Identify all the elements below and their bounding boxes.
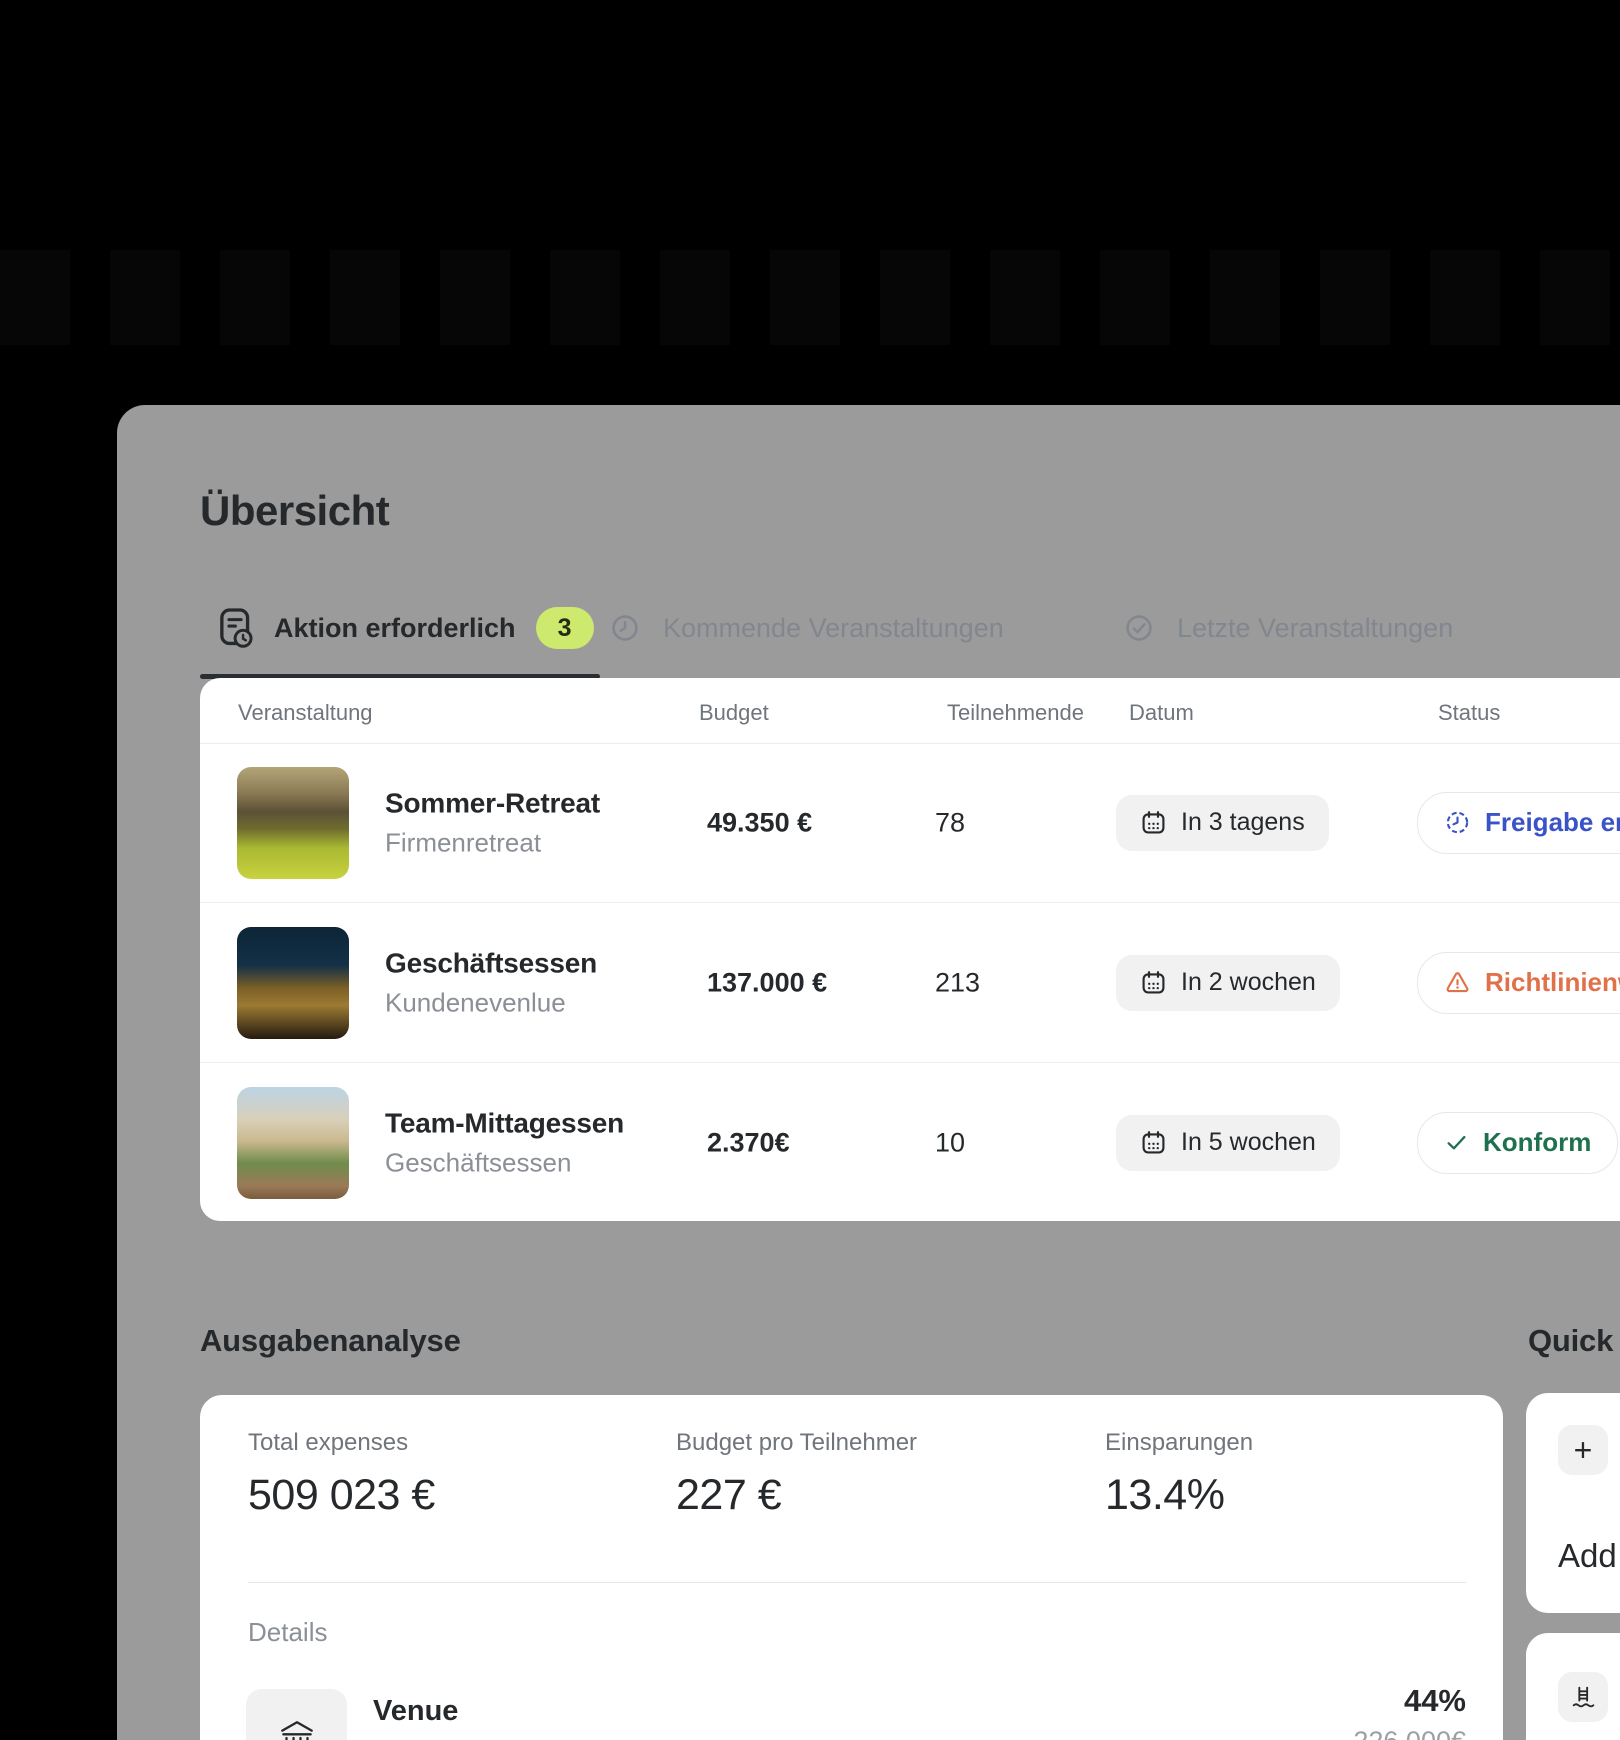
quick-action-secondary-card[interactable] — [1526, 1633, 1620, 1740]
add-label: Add — [1558, 1537, 1617, 1575]
divider — [248, 1582, 1466, 1583]
stat-label: Einsparungen — [1105, 1429, 1253, 1457]
tab-label: Letzte Veranstaltungen — [1177, 613, 1453, 644]
pool-ladder-icon — [1570, 1684, 1597, 1711]
event-attendees: 78 — [935, 807, 965, 838]
event-thumbnail — [237, 767, 349, 879]
quick-panel-heading: Quick — [1528, 1323, 1613, 1359]
expense-section-heading: Ausgabenanalyse — [200, 1323, 461, 1359]
event-date: In 2 wochen — [1181, 968, 1316, 997]
stat-label: Total expenses — [248, 1429, 408, 1457]
detail-item-percent: 44% — [1404, 1683, 1466, 1719]
document-clock-icon — [218, 606, 254, 650]
event-title-cell: Sommer-Retreat Firmenretreat — [385, 787, 600, 858]
warning-triangle-icon — [1444, 969, 1471, 996]
event-budget: 2.370€ — [707, 1127, 790, 1158]
status-badge: Richtlinienw — [1417, 952, 1620, 1014]
events-table: Veranstaltung Budget Teilnehmende Datum … — [200, 678, 1620, 1221]
add-button[interactable]: + — [1558, 1425, 1608, 1475]
event-title-cell: Geschäftsessen Kundenevenlue — [385, 947, 597, 1018]
quick-action-add-card[interactable]: + Add — [1526, 1393, 1620, 1613]
event-attendees: 213 — [935, 967, 980, 998]
event-title: Sommer-Retreat — [385, 787, 600, 819]
calendar-icon — [1140, 969, 1167, 996]
event-date-pill: In 5 wochen — [1116, 1115, 1340, 1171]
table-row[interactable]: Team-Mittagessen Geschäftsessen 2.370€ 1… — [200, 1063, 1620, 1222]
tab-label: Kommende Veranstaltungen — [663, 613, 1004, 644]
event-title-cell: Team-Mittagessen Geschäftsessen — [385, 1107, 624, 1178]
details-heading: Details — [248, 1617, 327, 1648]
col-veranstaltung: Veranstaltung — [238, 700, 373, 726]
table-row[interactable]: Geschäftsessen Kundenevenlue 137.000 € 2… — [200, 903, 1620, 1063]
event-title: Team-Mittagessen — [385, 1107, 624, 1139]
check-circle-icon — [1121, 610, 1157, 646]
col-datum: Datum — [1129, 700, 1194, 726]
event-subtitle: Firmenretreat — [385, 827, 600, 858]
plus-icon: + — [1574, 1432, 1593, 1469]
event-subtitle: Geschäftsessen — [385, 1147, 624, 1178]
detail-item-label: Venue — [373, 1695, 458, 1728]
col-status: Status — [1438, 700, 1500, 726]
tab-count-badge: 3 — [536, 607, 594, 649]
status-badge: Freigabe erf — [1417, 792, 1620, 854]
check-icon — [1444, 1130, 1469, 1155]
clock-pending-icon — [1444, 809, 1471, 836]
expense-analysis-card: Total expenses 509 023 € Budget pro Teil… — [200, 1395, 1503, 1740]
tab-aktion-erforderlich[interactable]: Aktion erforderlich 3 — [218, 604, 594, 652]
venue-icon-tile — [246, 1689, 347, 1740]
status-label: Richtlinienw — [1485, 967, 1620, 998]
screen: Übersicht Aktion erforderlich 3 — [0, 0, 1620, 1740]
background-texture — [0, 250, 1620, 345]
event-attendees: 10 — [935, 1127, 965, 1158]
event-budget: 137.000 € — [707, 967, 827, 998]
event-thumbnail — [237, 1087, 349, 1199]
stat-value: 509 023 € — [248, 1471, 435, 1520]
table-row[interactable]: Sommer-Retreat Firmenretreat 49.350 € 78 — [200, 743, 1620, 903]
quick-icon-tile[interactable] — [1558, 1672, 1608, 1722]
page-title: Übersicht — [200, 489, 389, 533]
event-date: In 5 wochen — [1181, 1128, 1316, 1157]
dashboard-window: Übersicht Aktion erforderlich 3 — [117, 405, 1620, 1740]
status-label: Konform — [1483, 1127, 1591, 1158]
status-badge: Konform — [1417, 1112, 1618, 1174]
stat-value: 13.4% — [1105, 1471, 1224, 1520]
event-subtitle: Kundenevenlue — [385, 987, 597, 1018]
table-header: Veranstaltung Budget Teilnehmende Datum … — [200, 678, 1620, 744]
calendar-icon — [1140, 1129, 1167, 1156]
tab-kommende-veranstaltungen[interactable]: Kommende Veranstaltungen — [607, 604, 1004, 652]
stat-value: 227 € — [676, 1471, 781, 1520]
clock-circle-icon — [607, 610, 643, 646]
calendar-icon — [1140, 809, 1167, 836]
detail-item-amount: 226.000€ — [1353, 1726, 1466, 1740]
event-budget: 49.350 € — [707, 807, 812, 838]
stat-label: Budget pro Teilnehmer — [676, 1429, 917, 1457]
tab-label: Aktion erforderlich — [274, 613, 516, 644]
event-date-pill: In 2 wochen — [1116, 955, 1340, 1011]
status-label: Freigabe erf — [1485, 807, 1620, 838]
col-teilnehmende: Teilnehmende — [947, 700, 1084, 726]
event-title: Geschäftsessen — [385, 947, 597, 979]
tab-letzte-veranstaltungen[interactable]: Letzte Veranstaltungen — [1121, 604, 1453, 652]
event-date-pill: In 3 tagens — [1116, 795, 1329, 851]
event-thumbnail — [237, 927, 349, 1039]
col-budget: Budget — [699, 700, 769, 726]
event-date: In 3 tagens — [1181, 808, 1305, 837]
